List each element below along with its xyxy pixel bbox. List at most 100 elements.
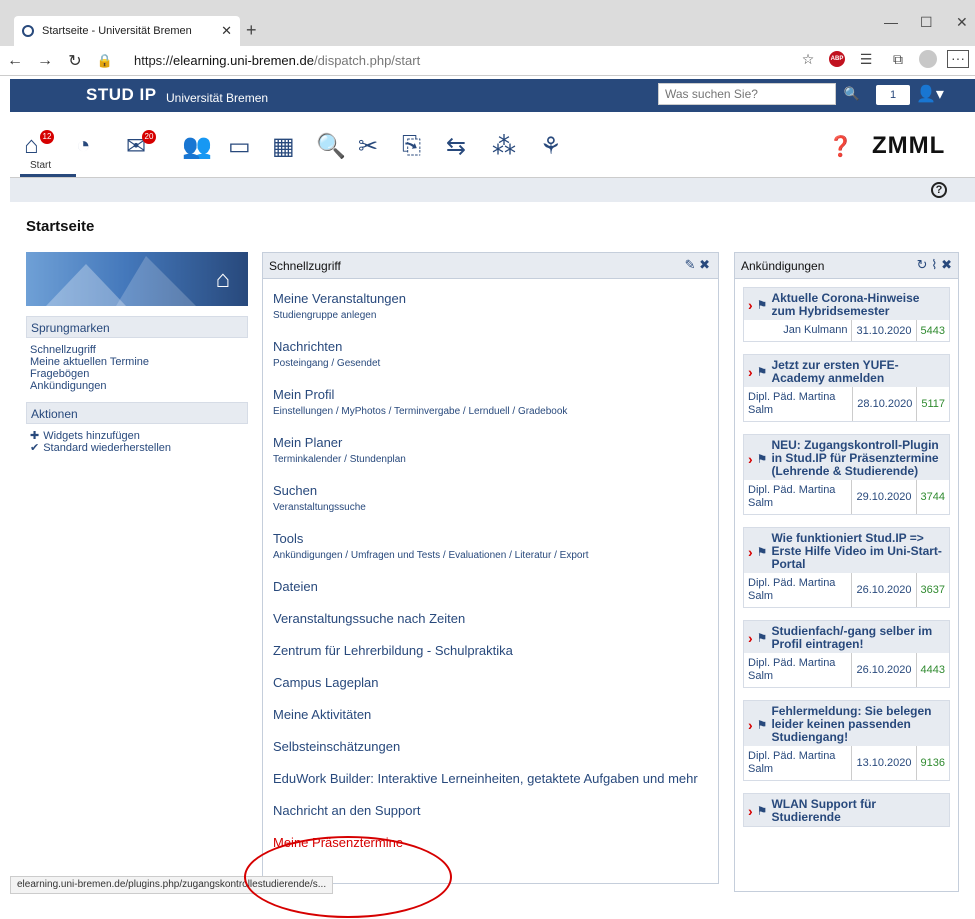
- profile-icon[interactable]: ▭: [228, 132, 251, 161]
- more-icon[interactable]: ···: [947, 50, 969, 68]
- forward-icon[interactable]: →: [30, 52, 60, 70]
- edit-widget-icon[interactable]: ✎: [685, 257, 696, 272]
- adblock-icon[interactable]: ABP: [829, 51, 845, 67]
- help-icon[interactable]: ?: [931, 182, 947, 198]
- jump-link-announcements[interactable]: Ankündigungen: [30, 380, 244, 392]
- jump-link-questionnaires[interactable]: Fragebögen: [30, 368, 244, 380]
- announcement-title[interactable]: Fehlermeldung: Sie belegen leider keinen…: [771, 705, 945, 744]
- browser-tabbar: Startseite - Universität Bremen ✕ + — ☐ …: [0, 0, 975, 46]
- actions-title: Aktionen: [26, 402, 248, 424]
- quick-item-title[interactable]: Meine Aktivitäten: [273, 707, 708, 723]
- zmml-logo[interactable]: ZMML: [872, 132, 945, 160]
- favorite-star-icon[interactable]: ☆: [797, 51, 819, 68]
- quick-item-title[interactable]: Meine Präsenztermine: [273, 835, 708, 851]
- maximize-icon[interactable]: ☐: [920, 14, 933, 31]
- quick-item-sub[interactable]: Studiengruppe anlegen: [273, 309, 708, 323]
- chevron-right-icon[interactable]: ›: [748, 451, 753, 467]
- restore-default-action[interactable]: ✔ Standard wiederherstellen: [30, 442, 244, 454]
- quick-item-sub[interactable]: Ankündigungen / Umfragen und Tests / Eva…: [273, 549, 708, 563]
- studip-logo[interactable]: STUD IP: [86, 85, 157, 105]
- quick-item-title[interactable]: Mein Planer: [273, 435, 708, 451]
- jump-link-quickaccess[interactable]: Schnellzugriff: [30, 344, 244, 356]
- add-widgets-action[interactable]: ✚ Widgets hinzufügen: [30, 430, 244, 442]
- tools-icon[interactable]: ✂: [358, 132, 378, 161]
- quick-item-title[interactable]: Selbsteinschätzungen: [273, 739, 708, 755]
- window-close-icon[interactable]: ✕: [956, 14, 968, 31]
- announcement-title[interactable]: NEU: Zugangskontroll-Plugin in Stud.IP f…: [771, 439, 945, 478]
- announcement-item[interactable]: › ⚑ Wie funktioniert Stud.IP => Erste Hi…: [743, 527, 950, 608]
- announcement-title[interactable]: Studienfach/-gang selber im Profil eintr…: [771, 625, 945, 651]
- quick-item-title[interactable]: Mein Profil: [273, 387, 708, 403]
- rss-icon[interactable]: ⌇: [931, 257, 937, 272]
- tab-close-icon[interactable]: ✕: [221, 23, 232, 39]
- global-search-input[interactable]: [658, 83, 836, 105]
- announcement-views: 3744: [915, 480, 949, 514]
- organisation-icon[interactable]: ⁂: [492, 132, 516, 161]
- quick-item-title[interactable]: EduWork Builder: Interaktive Lerneinheit…: [273, 771, 708, 787]
- courses-icon[interactable]: ◔: [76, 132, 91, 160]
- search-nav-icon[interactable]: 🔍: [316, 132, 346, 161]
- minimize-icon[interactable]: —: [884, 14, 898, 30]
- university-name: Universität Bremen: [166, 91, 269, 105]
- search-icon[interactable]: 🔍: [836, 83, 868, 105]
- announcement-title[interactable]: Aktuelle Corona-Hinweise zum Hybridsemes…: [771, 292, 945, 318]
- quick-item-sub[interactable]: Posteingang / Gesendet: [273, 357, 708, 371]
- community-icon[interactable]: 👥: [182, 132, 212, 161]
- chevron-right-icon[interactable]: ›: [748, 630, 753, 646]
- quick-item-title[interactable]: Veranstaltungssuche nach Zeiten: [273, 611, 708, 627]
- home-sidebar-icon: ⌂: [215, 266, 231, 293]
- home-icon[interactable]: ⌂: [24, 132, 39, 160]
- quick-item-sub[interactable]: Terminkalender / Stundenplan: [273, 453, 708, 467]
- announcement-item[interactable]: › ⚑ Jetzt zur ersten YUFE-Academy anmeld…: [743, 354, 950, 422]
- url-field[interactable]: https://elearning.uni-bremen.de/dispatch…: [134, 53, 420, 68]
- announcement-title[interactable]: Jetzt zur ersten YUFE-Academy anmelden: [771, 359, 945, 385]
- announcement-item[interactable]: › ⚑ Fehlermeldung: Sie belegen leider ke…: [743, 700, 950, 781]
- announcement-date: 29.10.2020: [851, 480, 915, 514]
- hierarchy-icon[interactable]: ⚘: [540, 132, 562, 161]
- announcement-title[interactable]: WLAN Support für Studierende: [771, 798, 945, 824]
- announcements-title: Ankündigungen: [741, 259, 825, 273]
- announcement-item[interactable]: › ⚑ WLAN Support für Studierende: [743, 793, 950, 827]
- restore-default-label: Standard wiederherstellen: [43, 442, 172, 454]
- quick-item-title[interactable]: Dateien: [273, 579, 708, 595]
- quick-item-title[interactable]: Nachricht an den Support: [273, 803, 708, 819]
- close-widget-icon[interactable]: ✖: [699, 257, 710, 272]
- chevron-right-icon[interactable]: ›: [748, 803, 753, 819]
- profile-avatar-icon[interactable]: [919, 50, 937, 68]
- quick-item-title[interactable]: Zentrum für Lehrerbildung - Schulpraktik…: [273, 643, 708, 659]
- favorites-list-icon[interactable]: ☰: [855, 51, 877, 68]
- refresh-icon[interactable]: ↻: [917, 257, 928, 272]
- nav-start-label[interactable]: Start: [30, 160, 51, 171]
- activity-icon[interactable]: ⇆: [446, 132, 466, 161]
- chevron-right-icon[interactable]: ›: [748, 717, 753, 733]
- reload-icon[interactable]: ↻: [60, 51, 90, 71]
- quick-item-sub[interactable]: Veranstaltungssuche: [273, 501, 708, 515]
- user-menu-icon[interactable]: 👤▾: [916, 83, 956, 107]
- collections-icon[interactable]: ⧉: [887, 51, 909, 68]
- support-icon[interactable]: ❓: [828, 134, 860, 160]
- chevron-right-icon[interactable]: ›: [748, 544, 753, 560]
- quick-item-sub[interactable]: Einstellungen / MyPhotos / Terminvergabe…: [273, 405, 708, 419]
- url-scheme: https://: [134, 53, 174, 68]
- announcement-item[interactable]: › ⚑ NEU: Zugangskontroll-Plugin in Stud.…: [743, 434, 950, 515]
- chevron-right-icon[interactable]: ›: [748, 297, 753, 313]
- quick-item-title[interactable]: Meine Veranstaltungen: [273, 291, 708, 307]
- quick-item-title[interactable]: Tools: [273, 531, 708, 547]
- back-icon[interactable]: ←: [0, 52, 30, 70]
- quick-item-title[interactable]: Suchen: [273, 483, 708, 499]
- browser-tab[interactable]: Startseite - Universität Bremen ✕: [14, 16, 240, 46]
- close-widget-icon[interactable]: ✖: [941, 257, 952, 272]
- jump-link-current-dates[interactable]: Meine aktuellen Termine: [30, 356, 244, 368]
- files-icon[interactable]: ⎘: [402, 132, 421, 160]
- announcement-title[interactable]: Wie funktioniert Stud.IP => Erste Hilfe …: [771, 532, 945, 571]
- notification-counter[interactable]: 1: [876, 85, 910, 105]
- quick-item-title[interactable]: Nachrichten: [273, 339, 708, 355]
- new-tab-icon[interactable]: +: [246, 20, 257, 41]
- quick-item-title[interactable]: Campus Lageplan: [273, 675, 708, 691]
- announcement-item[interactable]: › ⚑ Studienfach/-gang selber im Profil e…: [743, 620, 950, 688]
- announcement-date: 31.10.2020: [851, 320, 915, 341]
- tab-title: Startseite - Universität Bremen: [42, 25, 192, 37]
- planner-icon[interactable]: ▦: [272, 132, 295, 161]
- announcement-item[interactable]: › ⚑ Aktuelle Corona-Hinweise zum Hybrids…: [743, 287, 950, 342]
- chevron-right-icon[interactable]: ›: [748, 364, 753, 380]
